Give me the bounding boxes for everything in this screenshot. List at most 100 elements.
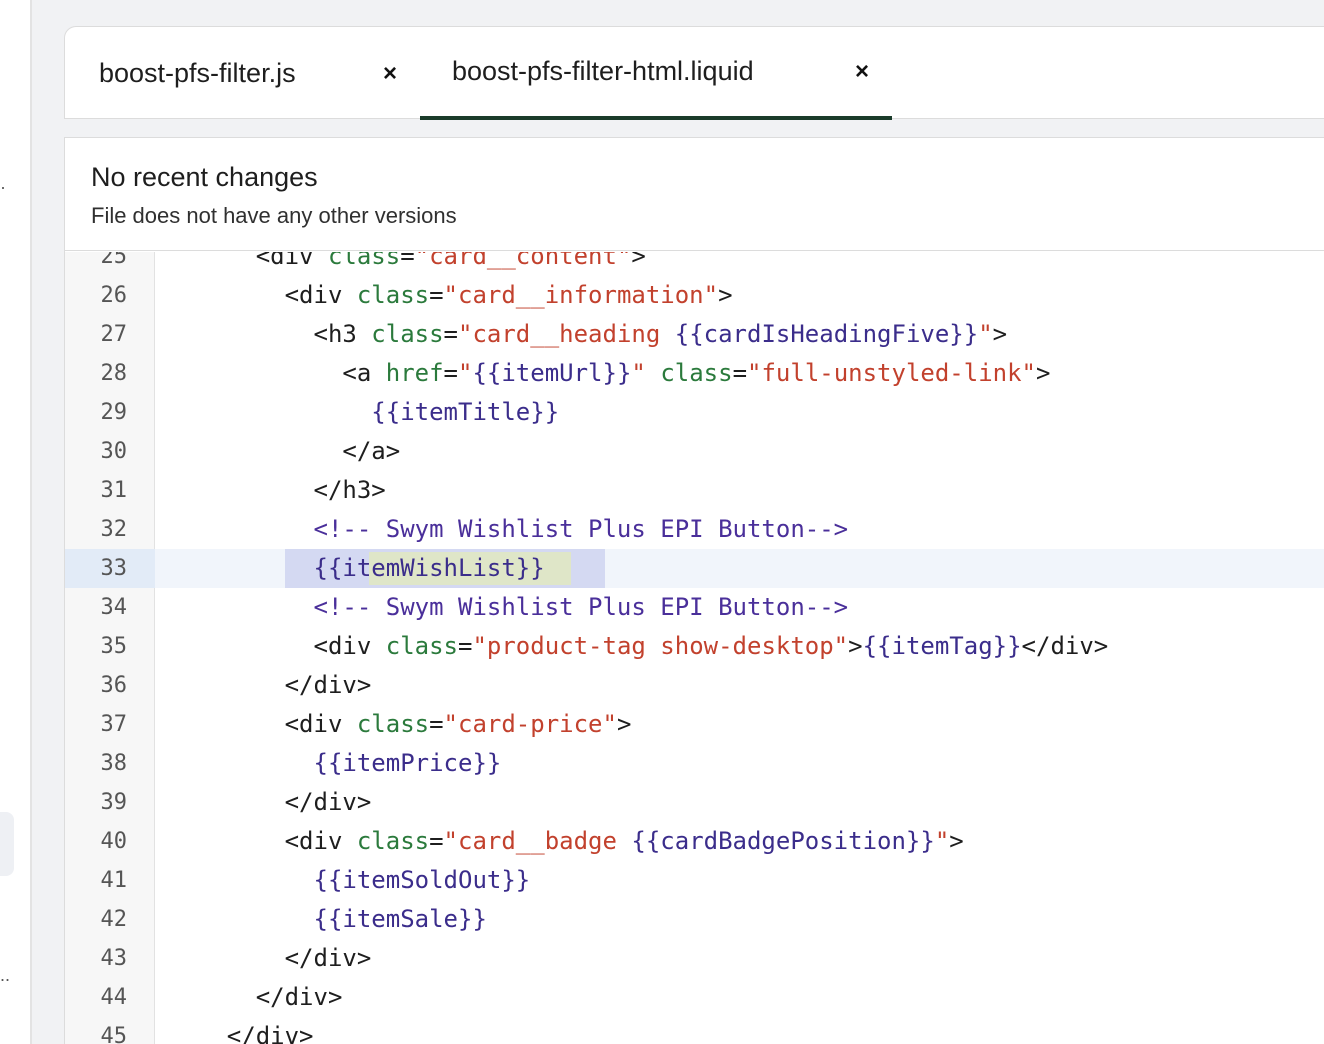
line-number: 38 — [100, 751, 128, 776]
line-number: 28 — [100, 361, 128, 386]
code-token: {{itemSale}} — [313, 905, 487, 933]
code-line[interactable]: 35 <div class="product-tag show-desktop"… — [65, 627, 1324, 666]
code-token: "card__badge — [443, 827, 632, 855]
code-line[interactable]: 42 {{itemSale}} — [65, 900, 1324, 939]
line-number: 32 — [100, 517, 128, 542]
line-code: <div class="card-price"> — [169, 705, 632, 744]
tab-boost-pfs-filter-html-liquid[interactable]: boost-pfs-filter-html.liquid × — [420, 27, 892, 120]
code-line[interactable]: 30 </a> — [65, 432, 1324, 471]
code-line[interactable]: 36 </div> — [65, 666, 1324, 705]
line-number: 42 — [100, 907, 128, 932]
code-token: " — [978, 320, 993, 348]
code-token: > — [848, 632, 863, 660]
code-token: </h3> — [313, 476, 386, 504]
sidebar-selected-indicator — [0, 812, 14, 876]
file-tab-bar: boost-pfs-filter.js × boost-pfs-filter-h… — [64, 26, 1324, 120]
code-token: {{itemSoldOut}} — [313, 866, 531, 894]
line-code: <div class="card__information"> — [169, 276, 733, 315]
code-token: > — [992, 320, 1008, 348]
code-line[interactable]: 38 {{itemPrice}} — [65, 744, 1324, 783]
line-number: 25 — [100, 252, 128, 269]
line-number: 27 — [100, 322, 128, 347]
line-number: 33 — [100, 556, 128, 581]
code-token: </a> — [342, 437, 401, 465]
code-line[interactable]: 43 </div> — [65, 939, 1324, 978]
code-token: class — [356, 281, 430, 309]
version-subtitle: File does not have any other versions — [91, 203, 457, 228]
code-token: = — [400, 252, 415, 270]
code-line[interactable]: 28 <a href="{{itemUrl}}" class="full-uns… — [65, 354, 1324, 393]
tab-label: boost-pfs-filter-html.liquid — [452, 56, 754, 86]
code-token: "full-unstyled-link" — [747, 359, 1036, 387]
code-token: > — [718, 281, 733, 309]
code-token: "card__content" — [414, 252, 632, 270]
code-editor[interactable]: 25 <div class="card__content"> 26 <div cl… — [65, 252, 1324, 1044]
code-line[interactable]: 32 <!-- Swym Wishlist Plus EPI Button--> — [65, 510, 1324, 549]
code-token: {{itemWishList}} — [313, 554, 545, 582]
line-code: <!-- Swym Wishlist Plus EPI Button--> — [169, 510, 849, 549]
code-line[interactable]: 26 <div class="card__information"> — [65, 276, 1324, 315]
code-token: "product-tag show-desktop" — [472, 632, 849, 660]
code-line[interactable]: 45 </div> — [65, 1017, 1324, 1044]
line-number: 44 — [100, 985, 128, 1010]
sidebar-dot-icon: · — [0, 177, 6, 197]
close-icon[interactable]: × — [383, 60, 397, 88]
code-token: class — [356, 827, 430, 855]
sidebar-ellipsis-icon: .. — [0, 965, 11, 985]
line-number: 35 — [100, 634, 128, 659]
code-line[interactable]: 41 {{itemSoldOut}} — [65, 861, 1324, 900]
line-code: <!-- Swym Wishlist Plus EPI Button--> — [169, 588, 849, 627]
code-token: "card__information" — [443, 281, 719, 309]
code-token: "card__heading — [458, 320, 675, 348]
code-token: {{cardBadgePosition}} — [631, 827, 935, 855]
code-token: = — [732, 359, 748, 387]
code-line[interactable]: 29 {{itemTitle}} — [65, 393, 1324, 432]
line-number: 31 — [100, 478, 128, 503]
code-token: <div — [255, 252, 328, 270]
line-code: </h3> — [169, 471, 386, 510]
code-token: " — [631, 359, 661, 387]
code-line[interactable]: 34 <!-- Swym Wishlist Plus EPI Button--> — [65, 588, 1324, 627]
line-number: 43 — [100, 946, 128, 971]
code-token: <div — [284, 827, 357, 855]
code-token: </div> — [284, 788, 372, 816]
line-number: 36 — [100, 673, 128, 698]
code-token: <!-- Swym Wishlist Plus EPI Button--> — [313, 593, 849, 621]
code-line[interactable]: 33 {{itemWishList}} — [65, 549, 1324, 588]
line-code: </div> — [169, 939, 372, 978]
line-code: </div> — [169, 978, 343, 1017]
line-code: {{itemWishList}} — [169, 549, 545, 588]
code-token: <div — [313, 632, 386, 660]
line-code: </a> — [169, 432, 400, 471]
code-line[interactable]: 31 </h3> — [65, 471, 1324, 510]
code-token: = — [443, 320, 458, 348]
code-line[interactable]: 40 <div class="card__badge {{cardBadgePo… — [65, 822, 1324, 861]
code-token: </div> — [284, 944, 372, 972]
tab-label: boost-pfs-filter.js — [99, 58, 296, 88]
code-line[interactable]: 44 </div> — [65, 978, 1324, 1017]
sidebar-dot-icon: · — [0, 820, 2, 838]
line-number: 40 — [100, 829, 128, 854]
code-token: {{itemUrl}} — [472, 359, 632, 387]
code-token: "card-price" — [443, 710, 617, 738]
code-token: > — [949, 827, 964, 855]
code-token: </div> — [255, 983, 343, 1011]
line-code: <a href="{{itemUrl}}" class="full-unstyl… — [169, 354, 1050, 393]
close-icon[interactable]: × — [855, 58, 869, 86]
code-token: > — [616, 710, 632, 738]
code-line[interactable]: 27 <h3 class="card__heading {{cardIsHead… — [65, 315, 1324, 354]
line-code: {{itemSoldOut}} — [169, 861, 531, 900]
code-line[interactable]: 39 </div> — [65, 783, 1324, 822]
code-token: " — [934, 827, 950, 855]
line-code: </div> — [169, 666, 372, 705]
code-token: class — [660, 359, 733, 387]
line-number: 39 — [100, 790, 128, 815]
tab-boost-pfs-filter-js[interactable]: boost-pfs-filter.js × — [99, 27, 419, 120]
code-token: {{itemTitle}} — [371, 398, 560, 426]
code-token: class — [356, 710, 430, 738]
line-code: {{itemSale}} — [169, 900, 487, 939]
code-token: {{itemPrice}} — [313, 749, 502, 777]
code-line[interactable]: 25 <div class="card__content"> — [65, 252, 1324, 276]
code-token: = — [429, 710, 444, 738]
code-line[interactable]: 37 <div class="card-price"> — [65, 705, 1324, 744]
